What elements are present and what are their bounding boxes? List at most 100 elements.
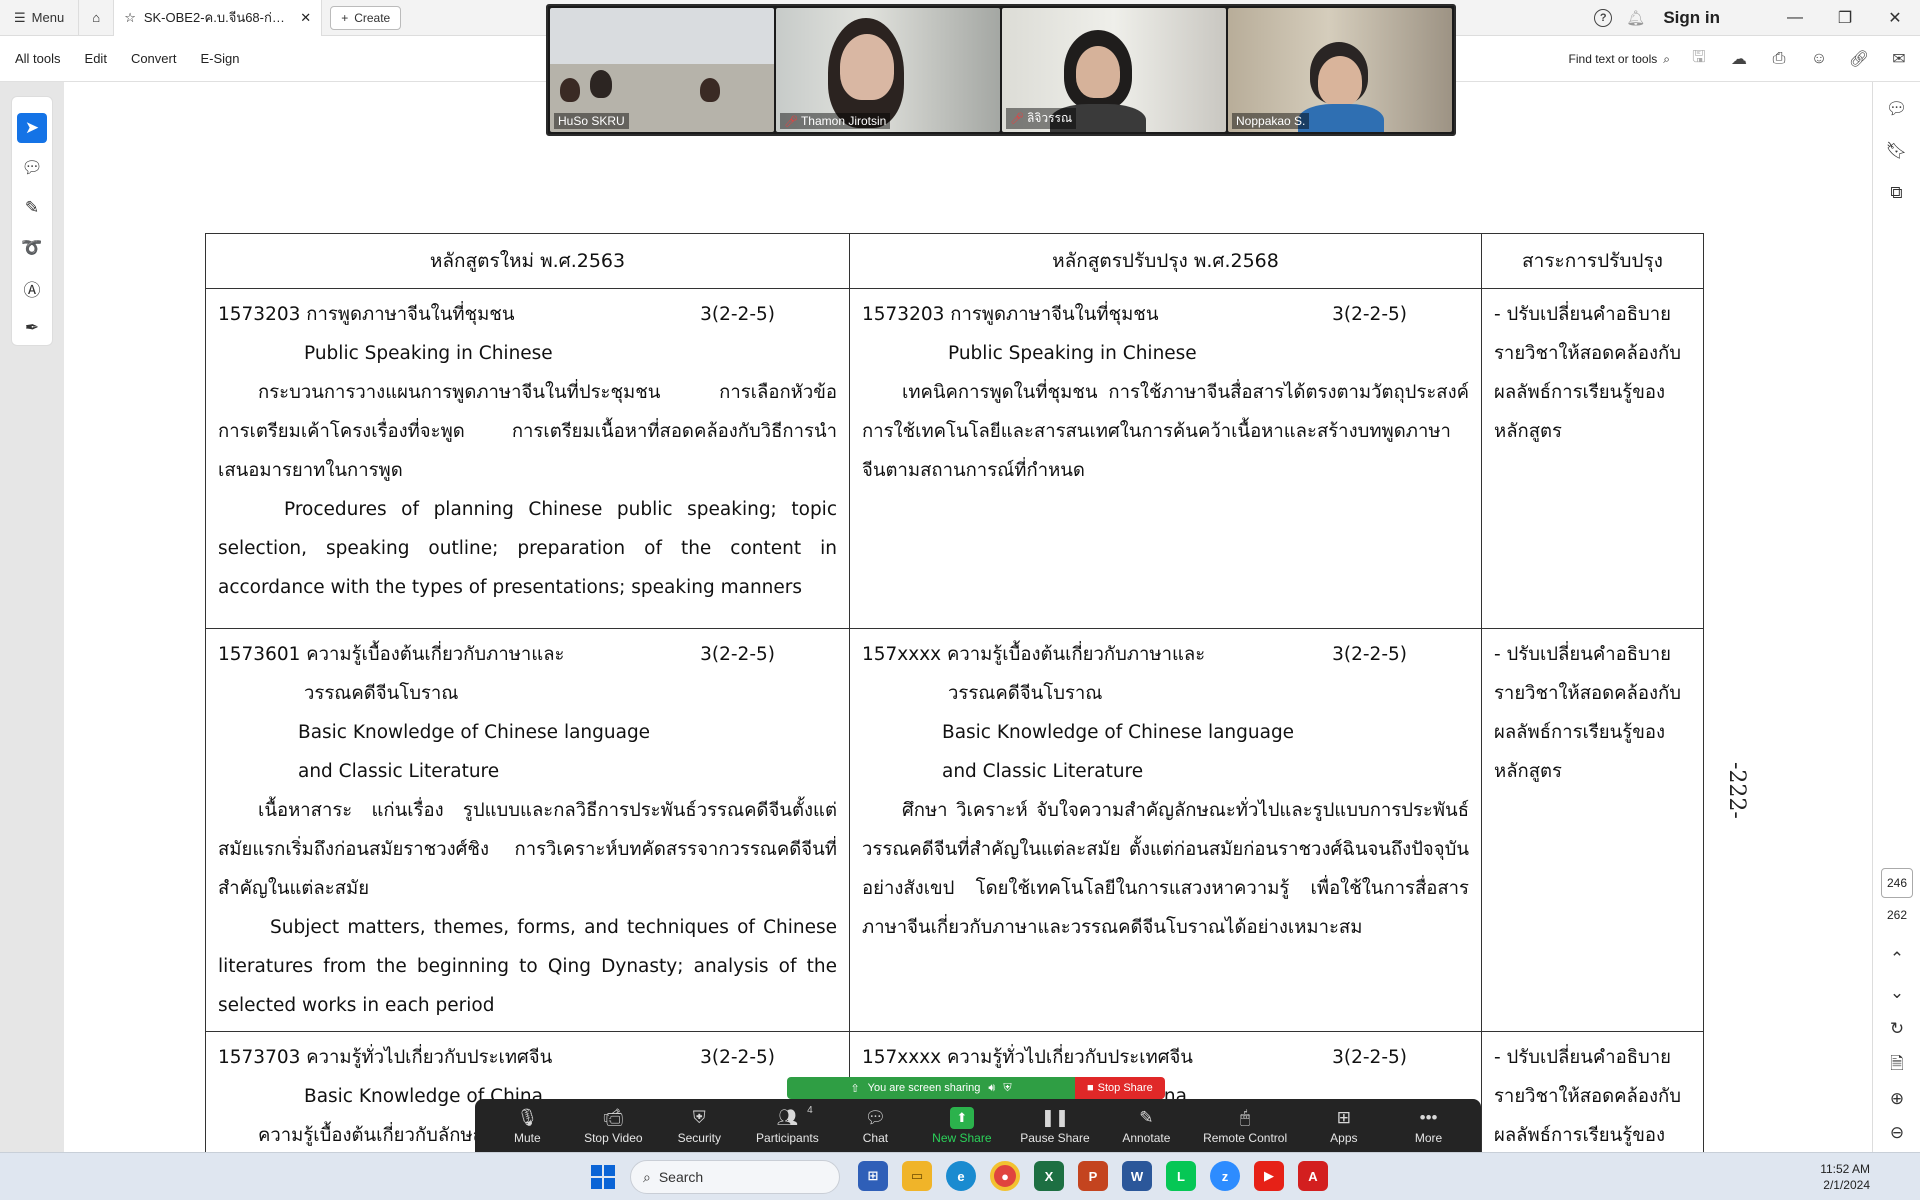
all-tools-menu[interactable]: All tools <box>15 51 61 66</box>
upload-cloud-icon[interactable]: ☁ <box>1728 48 1750 70</box>
sign-pen-icon[interactable]: ✒ <box>17 313 47 343</box>
course-credit: 3(2-2-5) <box>1332 304 1407 325</box>
file-explorer-icon[interactable]: ▭ <box>902 1161 932 1191</box>
old-course-cell: 1573203 การพูดภาษาจีนในที่ชุมชน 3(2-2-5) … <box>205 288 850 629</box>
security-label: Security <box>677 1130 721 1145</box>
print-icon[interactable]: ⎙ <box>1768 48 1790 70</box>
course-code: 157xxxx ความรู้เบื้องต้นเกี่ยวกับภาษาและ <box>862 644 1206 665</box>
pause-share-button[interactable]: ❚❚ Pause Share <box>1020 1107 1089 1145</box>
chat-icon: 💬︎ <box>864 1107 887 1127</box>
course-title-en: Public Speaking in Chinese <box>948 343 1197 364</box>
participants-button[interactable]: 4 👥︎ Participants <box>756 1105 819 1145</box>
chrome-icon[interactable]: ● <box>990 1161 1020 1191</box>
windows-start-icon[interactable] <box>591 1165 615 1189</box>
share-icon: ⬆ <box>949 1106 974 1129</box>
menu-button[interactable]: ☰ Menu <box>0 0 78 36</box>
acrobat-icon[interactable]: A <box>1298 1161 1328 1191</box>
participants-label: Participants <box>756 1130 819 1145</box>
youtube-icon[interactable]: ▶ <box>1254 1161 1284 1191</box>
bell-icon[interactable]: 🔔︎ <box>1626 9 1645 27</box>
chat-button[interactable]: 💬︎ Chat <box>847 1107 903 1145</box>
close-window-button[interactable]: ✕ <box>1870 8 1920 28</box>
taskbar-search-placeholder: Search <box>658 1169 704 1185</box>
page-down-icon[interactable]: ⌄ <box>1882 978 1912 1008</box>
select-cursor-icon[interactable]: ➤ <box>17 113 47 143</box>
shield-status-icon: ⛨ <box>1003 1081 1012 1094</box>
excel-icon[interactable]: X <box>1034 1161 1064 1191</box>
new-course-cell: 157xxxx ความรู้เบื้องต้นเกี่ยวกับภาษาและ… <box>849 628 1482 1032</box>
shield-icon: ⛨ <box>692 1107 706 1127</box>
course-title-en: Public Speaking in Chinese <box>304 343 553 364</box>
sign-in-button[interactable]: Sign in <box>1663 8 1720 28</box>
table-row: 1573601 ความรู้เบื้องต้นเกี่ยวกับภาษาและ… <box>205 628 1704 1032</box>
edit-menu[interactable]: Edit <box>85 51 107 66</box>
new-share-button[interactable]: ⬆ New Share <box>932 1106 992 1145</box>
mute-button[interactable]: 🎙︎ Mute <box>499 1107 555 1145</box>
apps-button[interactable]: ⊞ Apps <box>1316 1107 1372 1145</box>
screen-sharing-banner: ⇧ You are screen sharing 🔊︎ ⛨ ■ Stop Sha… <box>787 1077 1165 1099</box>
bookmarks-icon[interactable]: 🔖︎ <box>1882 136 1912 166</box>
system-clock[interactable]: 11:52 AM 2/1/2024 <box>1820 1161 1870 1193</box>
share-user-icon[interactable]: ☺ <box>1808 48 1830 70</box>
course-code: 1573203 การพูดภาษาจีนในที่ชุมชน <box>218 304 515 325</box>
powerpoint-icon[interactable]: P <box>1078 1161 1108 1191</box>
add-comment-icon[interactable]: 💬︎ <box>17 153 47 183</box>
find-text-or-tools[interactable]: Find text or tools ⌕ <box>1569 52 1670 67</box>
right-panel-rail: 💬︎ 🔖︎ ⧉ 246 262 ⌃ ⌄ ↻ 🗎 ⊕ ⊖ <box>1872 82 1920 1152</box>
store-app-icon[interactable]: ⊞ <box>858 1161 888 1191</box>
close-tab-icon[interactable]: ✕ <box>300 10 311 26</box>
rotate-icon[interactable]: ↻ <box>1882 1014 1912 1044</box>
save-page-icon[interactable]: 🗎 <box>1882 1050 1912 1080</box>
table-row: 1573203 การพูดภาษาจีนในที่ชุมชน 3(2-2-5) … <box>205 288 1704 629</box>
minimize-button[interactable]: — <box>1770 9 1820 27</box>
document-tab-title: SK-OBE2-ค.บ.จีน68-ก่อนเร... <box>143 10 293 25</box>
esign-menu[interactable]: E-Sign <box>200 51 239 66</box>
convert-menu[interactable]: Convert <box>131 51 177 66</box>
new-course-cell: 1573203 การพูดภาษาจีนในที่ชุมชน 3(2-2-5) … <box>849 288 1482 629</box>
help-icon[interactable]: ? <box>1594 9 1613 27</box>
stop-share-button[interactable]: ■ Stop Share <box>1075 1077 1165 1099</box>
change-note-cell: - ปรับเปลี่ยนคำอธิบายรายวิชาให้สอดคล้องก… <box>1481 628 1704 1032</box>
home-button[interactable]: ⌂ <box>78 0 115 36</box>
video-tile[interactable]: 🎤︎ Thamon Jirotsin <box>776 8 1000 132</box>
comments-panel-icon[interactable]: 💬︎ <box>1882 94 1912 124</box>
annotate-button[interactable]: ✎ Annotate <box>1118 1107 1174 1145</box>
video-tile[interactable]: Noppakao S. <box>1228 8 1452 132</box>
page-thumbnails-icon[interactable]: ⧉ <box>1882 178 1912 208</box>
course-title-en-cont: and Classic Literature <box>298 761 500 782</box>
zoom-video-strip[interactable]: HuSo SKRU 🎤︎ Thamon Jirotsin 🎤︎ ลิจิวรรณ N… <box>546 4 1456 136</box>
video-tile[interactable]: HuSo SKRU <box>550 8 774 132</box>
zoom-out-icon[interactable]: ⊖ <box>1882 1118 1912 1148</box>
remote-control-button[interactable]: 🖱︎ Remote Control <box>1203 1107 1287 1145</box>
mute-label: Mute <box>514 1130 541 1145</box>
document-tab[interactable]: ☆ SK-OBE2-ค.บ.จีน68-ก่อนเร... ✕ <box>114 0 323 36</box>
edge-icon[interactable]: e <box>946 1161 976 1191</box>
column-header-new: หลักสูตรปรับปรุง พ.ศ.2568 <box>849 233 1482 289</box>
star-icon[interactable]: ☆ <box>124 10 136 26</box>
more-button[interactable]: ••• More <box>1401 1107 1457 1145</box>
restore-button[interactable]: ❐ <box>1820 8 1870 28</box>
mail-icon[interactable]: ✉ <box>1888 48 1910 70</box>
participant-name: HuSo SKRU <box>558 114 625 128</box>
current-page-input[interactable]: 246 <box>1881 868 1913 898</box>
search-icon: ⌕ <box>1663 51 1670 66</box>
taskbar-search[interactable]: ⌕ Search <box>630 1160 840 1194</box>
draw-lasso-icon[interactable]: ➰ <box>17 233 47 263</box>
page-up-icon[interactable]: ⌃ <box>1882 944 1912 974</box>
highlight-pen-icon[interactable]: ✎ <box>17 193 47 223</box>
plus-icon: + <box>341 10 349 25</box>
create-button[interactable]: + Create <box>330 5 402 30</box>
create-label: Create <box>354 10 391 25</box>
share-status-icon: ⇧ <box>850 1082 860 1095</box>
link-icon[interactable]: 🔗︎ <box>1848 48 1870 70</box>
save-icon[interactable]: 🖫 <box>1688 48 1710 70</box>
text-box-icon[interactable]: Ⓐ <box>17 273 47 303</box>
clock-date: 2/1/2024 <box>1823 1178 1870 1192</box>
line-app-icon[interactable]: L <box>1166 1161 1196 1191</box>
zoom-in-icon[interactable]: ⊕ <box>1882 1084 1912 1114</box>
zoom-app-icon[interactable]: z <box>1210 1161 1240 1191</box>
word-icon[interactable]: W <box>1122 1161 1152 1191</box>
security-button[interactable]: ⛨ Security <box>671 1107 727 1145</box>
video-tile[interactable]: 🎤︎ ลิจิวรรณ <box>1002 8 1226 132</box>
stop-video-button[interactable]: 📹︎ Stop Video <box>584 1107 643 1145</box>
